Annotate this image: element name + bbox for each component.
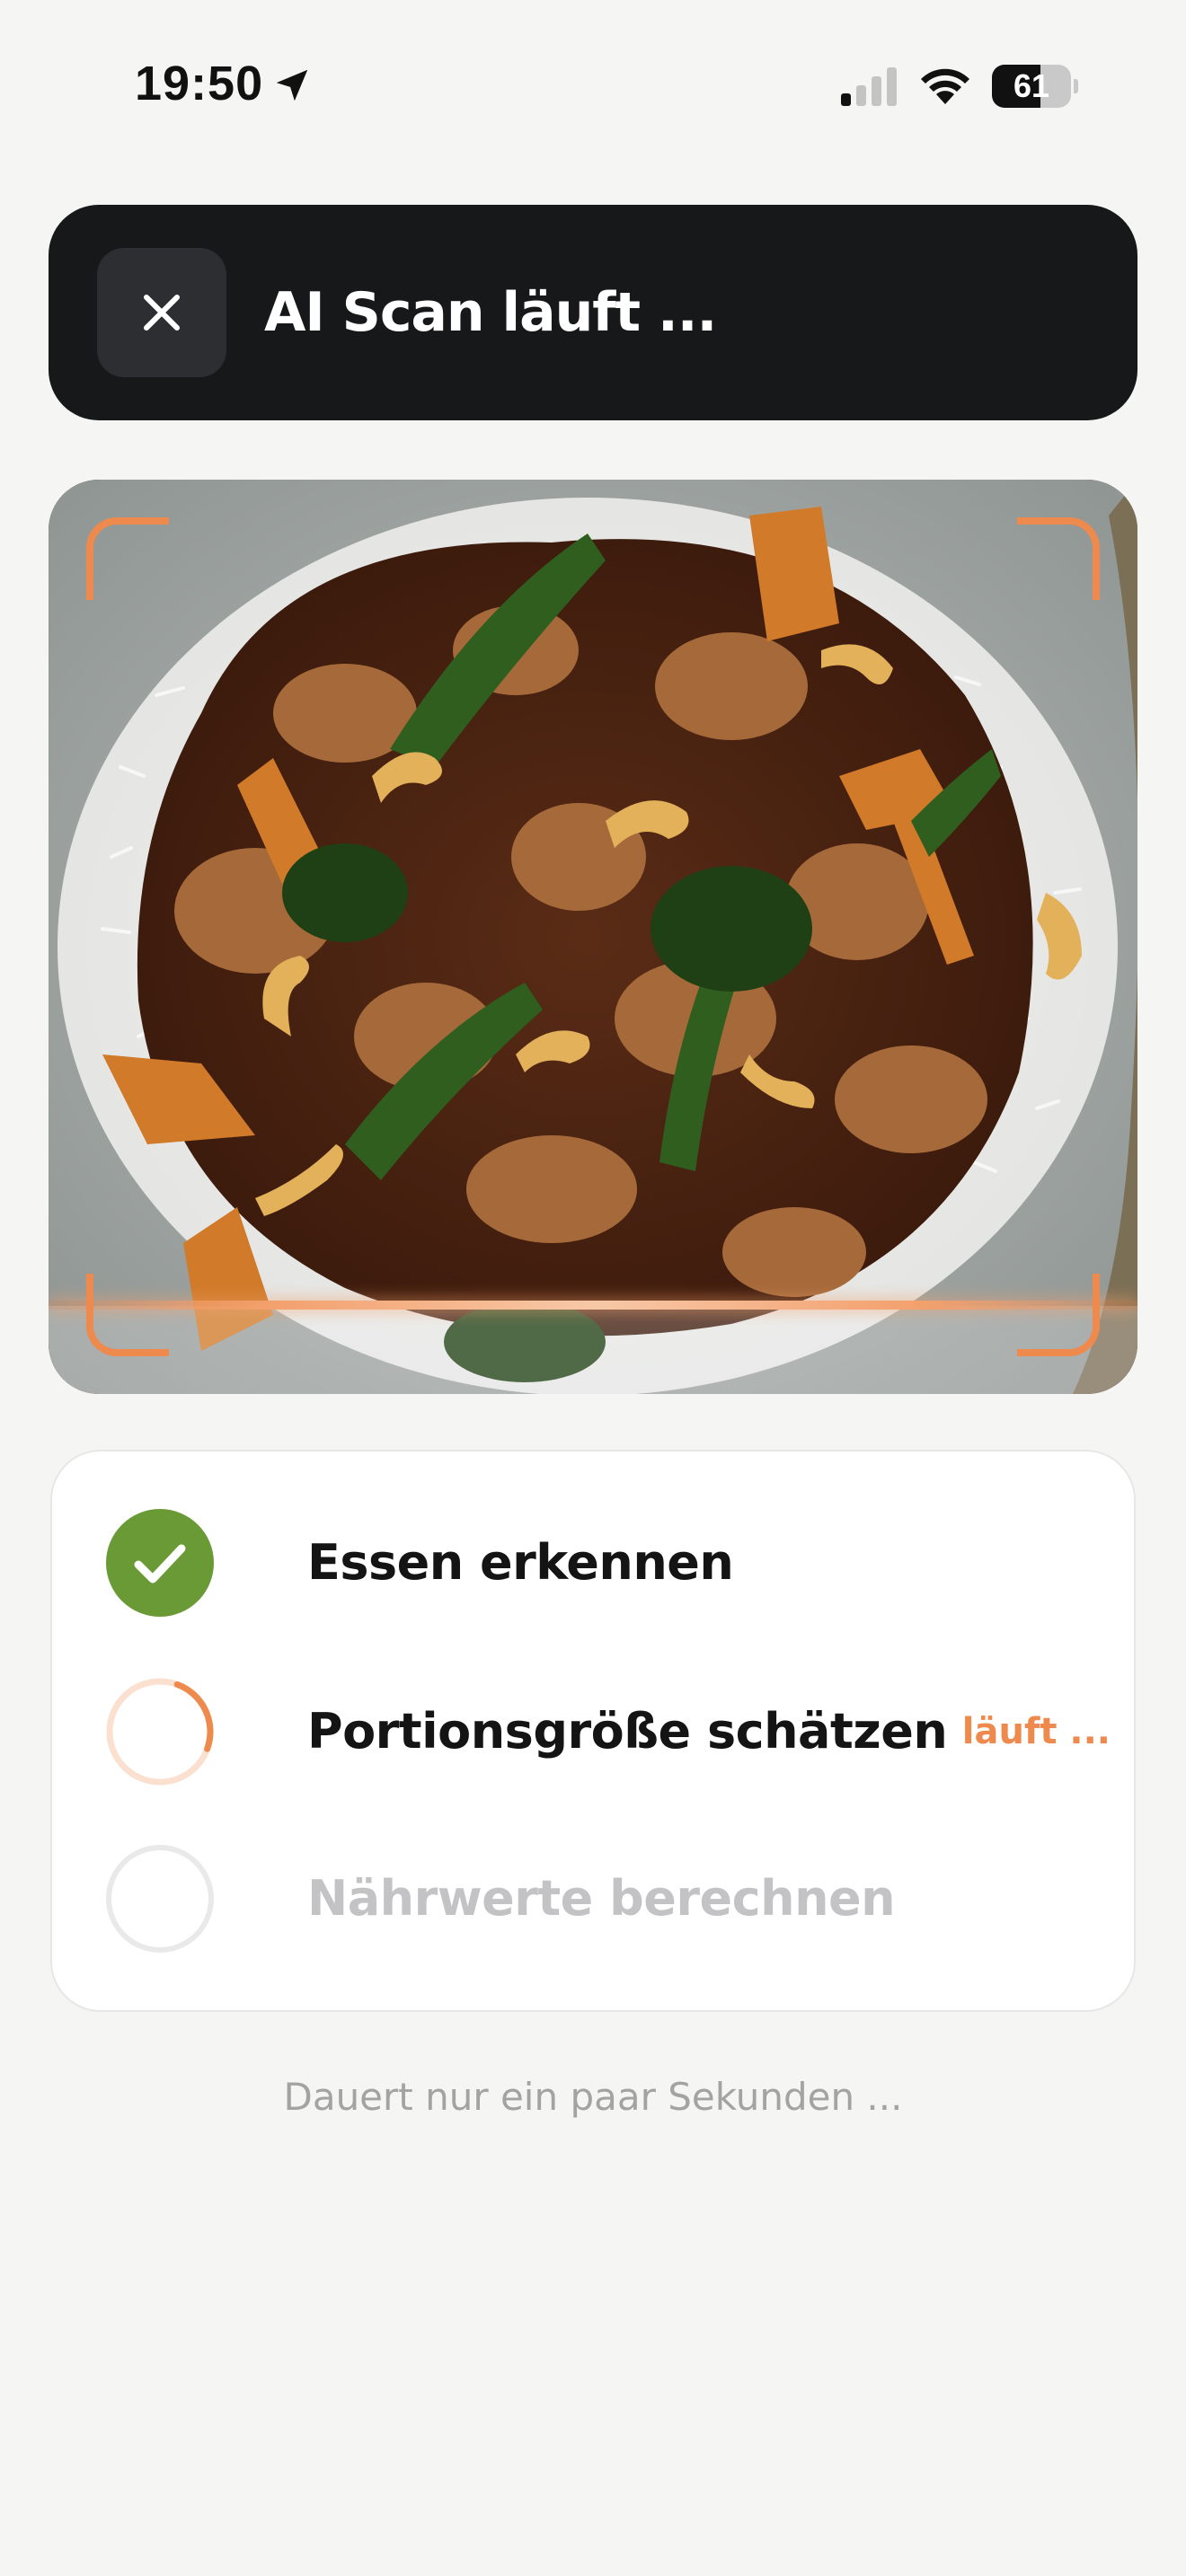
step-calculate-nutrients: Nährwerte berechnen	[104, 1843, 1111, 1954]
wifi-icon	[921, 68, 969, 104]
scan-footnote: Dauert nur ein paar Sekunden ...	[283, 2075, 903, 2119]
scan-header: AI Scan läuft ...	[49, 205, 1137, 420]
scan-corner-top-left	[86, 517, 169, 600]
close-icon	[144, 295, 180, 331]
location-arrow-icon	[276, 69, 308, 101]
scan-corner-top-right	[1017, 517, 1100, 600]
close-button[interactable]	[97, 248, 226, 377]
checkmark-circle-icon	[106, 1509, 214, 1617]
scan-corner-bottom-right	[1017, 1274, 1100, 1356]
step-status: läuft ...	[961, 1711, 1111, 1752]
step-label: Nährwerte berechnen	[307, 1870, 896, 1927]
scan-steps-card: Essen erkennen Portionsgröße schätzen lä…	[50, 1450, 1136, 2012]
step-estimate-portion: Portionsgröße schätzen läuft ...	[104, 1676, 1111, 1787]
food-photo	[49, 480, 1137, 1394]
scan-corner-bottom-left	[86, 1274, 169, 1356]
empty-circle-icon	[106, 1845, 214, 1953]
scan-image-frame	[49, 480, 1137, 1394]
battery-icon: 61	[992, 65, 1078, 108]
status-time: 19:50	[135, 57, 264, 110]
scan-overlay	[49, 1306, 1137, 1394]
status-bar: 19:50 61	[0, 0, 1186, 171]
step-label: Essen erkennen	[307, 1534, 734, 1591]
battery-percent: 61	[1013, 67, 1050, 104]
cellular-signal-icon	[841, 67, 897, 106]
ai-scan-screen: 19:50 61 AI Scan läuft ... Essen erkenne…	[0, 0, 1186, 2576]
page-title: AI Scan läuft ...	[264, 281, 717, 344]
step-recognize-food: Essen erkennen	[104, 1507, 1111, 1619]
progress-spinner-icon	[106, 1678, 214, 1786]
step-label: Portionsgröße schätzen	[307, 1703, 948, 1760]
scan-line	[49, 1301, 1137, 1310]
